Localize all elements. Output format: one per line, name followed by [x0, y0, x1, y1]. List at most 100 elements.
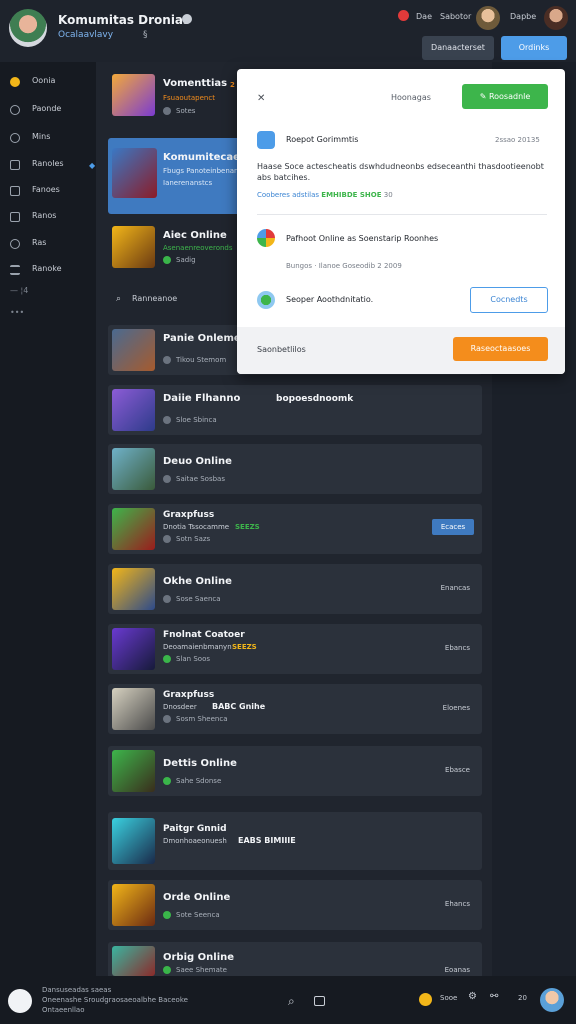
game-thumbnail: [112, 508, 155, 550]
game-thumbnail: [112, 884, 155, 926]
popup-row2-title: Pafhoot Online as Soenstarip Roonhes: [286, 234, 439, 243]
game-row[interactable]: Orbig Online Saee Shemate Eoanas: [108, 942, 482, 976]
game-row[interactable]: Fnolnat Coatoer Deoamaienbmanyn SEEZS Sl…: [108, 624, 482, 674]
popup-link-row[interactable]: Cooberes adstilas EMHIBDE SHOE 30: [257, 191, 393, 199]
sidebar-item-bookmark[interactable]: Fanoes: [8, 183, 92, 199]
link-icon[interactable]: ⚯: [490, 991, 498, 1002]
bottom-text-3: Ontaeenllao: [42, 1006, 85, 1014]
popup-footer: Saonbetlilos Raseoctaasoes: [237, 327, 565, 374]
user-avatar-1[interactable]: [476, 6, 500, 30]
popup-orange-button[interactable]: Raseoctaasoes: [453, 337, 548, 361]
image-icon[interactable]: [314, 996, 325, 1006]
divider: [257, 214, 547, 215]
bottom-right-label: Sooe: [440, 994, 458, 1002]
community-avatar[interactable]: [9, 9, 47, 47]
game-thumbnail: [112, 74, 155, 116]
sidebar-item-home[interactable]: Oonia: [8, 74, 92, 90]
game-thumbnail: [112, 568, 155, 610]
status-dot: [163, 356, 171, 364]
user-icon: [10, 239, 20, 249]
status-dot: [163, 535, 171, 543]
sidebar-item-grid[interactable]: Ranoke: [8, 262, 92, 278]
top-bar: Komumitas Dronias Ocalaavlavy § Dae Sabo…: [0, 0, 576, 62]
settings-icon[interactable]: ⚙: [468, 991, 477, 1002]
popup-row3-title: Seoper Aoothdnitatio.: [286, 295, 374, 304]
game-thumbnail: [112, 946, 155, 976]
contents-button[interactable]: Cocnedts: [470, 287, 548, 313]
top-link-1[interactable]: Dae: [416, 12, 432, 21]
bookmark-icon: [10, 186, 20, 196]
coin-icon: [419, 993, 432, 1006]
bottom-user-avatar[interactable]: [540, 988, 564, 1012]
popup-green-button[interactable]: ✎ Roosadnle: [462, 84, 548, 109]
game-row[interactable]: Orde Online Sote Seenca Ehancs: [108, 880, 482, 930]
profile-avatar[interactable]: [8, 989, 32, 1013]
close-icon[interactable]: ✕: [257, 93, 265, 104]
section-icon: §: [143, 30, 148, 40]
bottom-text-1: Dansuseadas saeas: [42, 986, 112, 994]
game-action-button[interactable]: Ecaces: [432, 519, 474, 535]
game-row[interactable]: Okhe Online Sose Saenca Enancas: [108, 564, 482, 614]
selection-indicator-icon: ◆: [89, 161, 96, 170]
search-icon[interactable]: ⌕: [288, 994, 295, 1009]
page-title: Komumitas Dronias: [58, 13, 191, 27]
verified-icon: [182, 14, 192, 24]
game-row[interactable]: Deuo Online Saitae Sosbas: [108, 444, 482, 494]
popup-body-text: Haase Soce actescheatis dswhdudneonbs ed…: [257, 162, 544, 182]
status-dot: [163, 777, 171, 785]
community-popup: ✕ Hoonagas ✎ Roosadnle Roepot Gorimmtis …: [237, 69, 565, 374]
game-thumbnail: [112, 226, 155, 268]
game-row[interactable]: Daiie Flhanno bopoesdnoomk Sloe Sbinca: [108, 385, 482, 435]
secondary-action-button[interactable]: Danaacterset: [422, 36, 494, 60]
game-row[interactable]: Graxpfuss Dnosdeer BABC Gnihe Sosm Sheen…: [108, 684, 482, 734]
sidebar-item-people[interactable]: Paonde: [8, 102, 92, 118]
status-dot: [163, 966, 171, 974]
sidebar: [0, 62, 96, 976]
notification-icon[interactable]: [398, 10, 409, 21]
status-dot: [163, 107, 171, 115]
game-thumbnail: [112, 750, 155, 792]
chat-icon: [10, 212, 20, 222]
game-thumbnail: [112, 818, 155, 864]
game-logo-icon: [257, 229, 275, 247]
top-link-3[interactable]: Dapbe: [510, 12, 536, 21]
game-thumbnail: [112, 448, 155, 490]
status-dot: [163, 595, 171, 603]
sidebar-item-user[interactable]: Ras: [8, 236, 92, 252]
status-dot: [163, 655, 171, 663]
status-dot: [163, 416, 171, 424]
game-thumbnail: [112, 329, 155, 371]
status-dot: [163, 475, 171, 483]
popup-row2-meta: Bungos · Ilanoe Goseodib 2 2009: [286, 262, 402, 270]
popup-row1-title: Roepot Gorimmtis: [286, 135, 359, 144]
support-icon: [257, 291, 275, 309]
sidebar-item-chat[interactable]: Ranos: [8, 209, 92, 225]
game-row[interactable]: Graxpfuss Dnotia Tssocamme SEEZS Sotn Sa…: [108, 504, 482, 554]
user-avatar-2[interactable]: [544, 6, 568, 30]
game-thumbnail: [112, 148, 157, 198]
list-icon: [10, 160, 20, 170]
clock-icon: [10, 133, 20, 143]
bottom-search-group[interactable]: ⌕: [275, 992, 335, 1012]
top-link-2[interactable]: Sabotor: [440, 12, 471, 21]
bottom-text-2: Oneenashe Sroudgraosaeoalbhe Baceoke: [42, 996, 188, 1004]
edit-icon: ✎: [479, 92, 489, 101]
sidebar-divider: — ¦4: [10, 286, 29, 295]
game-thumbnail: [112, 389, 155, 431]
status-dot: [163, 911, 171, 919]
grid-icon: [10, 265, 20, 275]
report-icon: [257, 131, 275, 149]
popup-header-label: Hoonagas: [391, 93, 431, 102]
game-row[interactable]: Paitgr Gnnid Dmonhoaeonuesh EABS BIMIIIE: [108, 812, 482, 870]
popup-footer-label: Saonbetlilos: [257, 345, 306, 354]
popup-row1-date: 2ssao 20135: [495, 136, 540, 144]
sidebar-more[interactable]: •••: [8, 306, 92, 322]
sidebar-item-list[interactable]: Ranoles: [8, 157, 92, 173]
game-thumbnail: [112, 628, 155, 670]
bottom-bar: Dansuseadas saeas Oneenashe Sroudgraosae…: [0, 976, 576, 1024]
page-subtitle[interactable]: Ocalaavlavy: [58, 30, 113, 40]
primary-action-button[interactable]: Ordinks: [501, 36, 567, 60]
sidebar-item-clock[interactable]: Mins: [8, 130, 92, 146]
status-dot: [163, 715, 171, 723]
game-row[interactable]: Dettis Online Sahe Sdonse Ebasce: [108, 746, 482, 796]
